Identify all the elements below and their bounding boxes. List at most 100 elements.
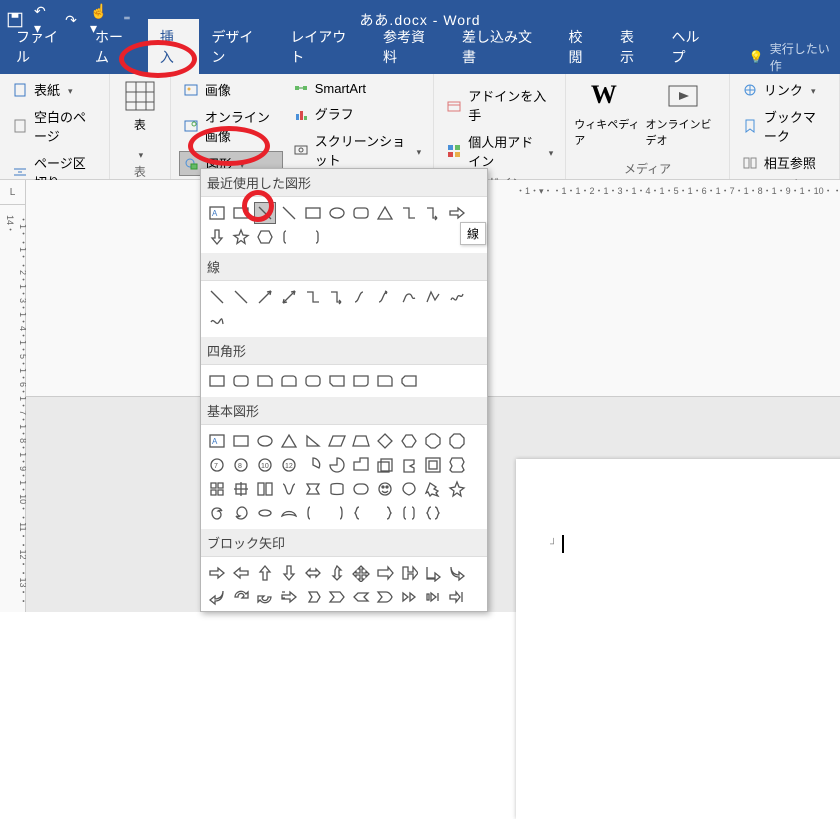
shape-basic-16[interactable] [326,454,348,476]
shape-basic-23[interactable] [230,478,252,500]
chart-button[interactable]: グラフ [289,102,425,125]
shape-basic-2[interactable] [254,430,276,452]
shape-conn2[interactable] [326,286,348,308]
crossref-button[interactable]: 相互参照 [738,151,831,174]
shape-arrow-3[interactable] [278,562,300,584]
shape-scribble2[interactable] [206,310,228,332]
shape-arrow-14[interactable] [278,586,300,608]
shape-basic-31[interactable] [422,478,444,500]
shape-basic-34[interactable] [230,502,252,524]
shape-basic-15[interactable] [302,454,324,476]
shape-r1[interactable] [206,370,228,392]
shape-basic-22[interactable] [206,478,228,500]
shape-arrow-21[interactable] [446,586,468,608]
shape-r5[interactable] [302,370,324,392]
shape-basic-21[interactable] [446,454,468,476]
pictures-button[interactable]: 画像 [179,78,283,101]
shape-basic-42[interactable] [422,502,444,524]
shape-basic-24[interactable] [254,478,276,500]
shape-arrow-4[interactable] [302,562,324,584]
shape-basic-28[interactable] [350,478,372,500]
shape-basic-33[interactable] [206,502,228,524]
shape-line-a[interactable] [206,286,228,308]
screenshot-button[interactable]: スクリーンショット [289,129,425,171]
shape-basic-36[interactable] [278,502,300,524]
shape-hex[interactable] [254,226,276,248]
link-button[interactable]: リンク [738,78,831,101]
shape-line[interactable] [254,202,276,224]
shape-arrow-1[interactable] [230,562,252,584]
shape-arrow-11[interactable] [206,586,228,608]
shape-arrow-r[interactable] [446,202,468,224]
shape-r4[interactable] [278,370,300,392]
shape-line2[interactable] [278,202,300,224]
shape-line-b[interactable] [230,286,252,308]
shape-arrow-18[interactable] [374,586,396,608]
shape-arrow-12[interactable] [230,586,252,608]
shape-conn1[interactable] [302,286,324,308]
shape-r2[interactable] [230,370,252,392]
shape-basic-35[interactable] [254,502,276,524]
shape-freeform[interactable] [422,286,444,308]
shape-line-darrow[interactable] [278,286,300,308]
shape-basic-6[interactable] [350,430,372,452]
shape-scribble[interactable] [446,286,468,308]
shape-basic-12[interactable]: 8 [230,454,252,476]
online-pictures-button[interactable]: オンライン画像 [179,105,283,147]
shape-arrow-19[interactable] [398,586,420,608]
shape-basic-13[interactable]: 10 [254,454,276,476]
shape-basic-26[interactable] [302,478,324,500]
shape-arrow-7[interactable] [374,562,396,584]
shape-arrow-10[interactable] [446,562,468,584]
shape-basic-27[interactable] [326,478,348,500]
blank-page-button[interactable]: 空白のページ [8,105,101,147]
shape-basic-8[interactable] [398,430,420,452]
shape-basic-4[interactable] [302,430,324,452]
shape-arrow-15[interactable] [302,586,324,608]
shape-line-arrow[interactable] [254,286,276,308]
shape-curve1[interactable] [350,286,372,308]
shape-basic-37[interactable] [302,502,324,524]
shape-r3[interactable] [254,370,276,392]
shape-arrow-16[interactable] [326,586,348,608]
shape-elbow-arrow[interactable] [422,202,444,224]
shape-basic-7[interactable] [374,430,396,452]
shape-basic-29[interactable] [374,478,396,500]
shape-r9[interactable] [398,370,420,392]
shape-basic-40[interactable] [374,502,396,524]
shape-arrow-17[interactable] [350,586,372,608]
get-addins-button[interactable]: アドインを入手 [442,84,557,126]
shape-arrow-20[interactable] [422,586,444,608]
shape-elbow[interactable] [398,202,420,224]
shape-basic-10[interactable] [446,430,468,452]
shape-basic-14[interactable]: 12 [278,454,300,476]
shape-arrow-5[interactable] [326,562,348,584]
bookmark-button[interactable]: ブックマーク [738,105,831,147]
shape-basic-25[interactable] [278,478,300,500]
shape-arrow-2[interactable] [254,562,276,584]
shape-basic-0[interactable]: A [206,430,228,452]
shape-textbox[interactable]: A [206,202,228,224]
shape-basic-20[interactable] [422,454,444,476]
shape-basic-18[interactable] [374,454,396,476]
shape-arrow-d[interactable] [206,226,228,248]
smartart-button[interactable]: SmartArt [289,78,425,98]
shape-r7[interactable] [350,370,372,392]
shape-oval[interactable] [326,202,348,224]
shape-r8[interactable] [374,370,396,392]
shape-basic-11[interactable]: 7 [206,454,228,476]
shape-bracket[interactable] [278,226,300,248]
shape-curve2[interactable] [374,286,396,308]
shape-basic-39[interactable] [350,502,372,524]
wikipedia-button[interactable]: W ウィキペディア [574,78,639,148]
shape-basic-3[interactable] [278,430,300,452]
shape-arrow-13[interactable] [254,586,276,608]
cover-page-button[interactable]: 表紙 [8,78,101,101]
shape-rect2[interactable] [302,202,324,224]
page[interactable]: ┘ [516,459,840,819]
shape-arrow-0[interactable] [206,562,228,584]
my-addins-button[interactable]: 個人用アドイン [442,130,557,172]
shape-basic-32[interactable] [446,478,468,500]
table-button[interactable]: 表 [118,78,162,161]
shape-basic-9[interactable] [422,430,444,452]
